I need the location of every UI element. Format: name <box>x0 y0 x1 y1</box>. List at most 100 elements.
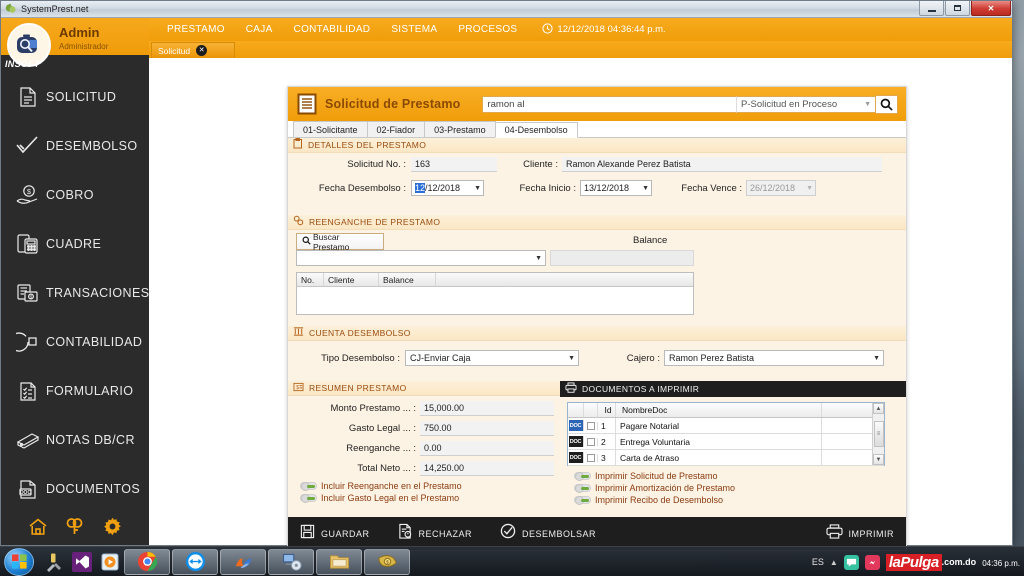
taskbar-button-paint[interactable] <box>220 548 266 575</box>
imprimir-button[interactable]: IMPRIMIR <box>825 523 895 544</box>
chevron-up-icon[interactable]: ▲ <box>830 558 838 567</box>
table-row[interactable]: DOC 1 Pagare Notarial <box>568 418 884 434</box>
row-checkbox[interactable] <box>584 421 598 430</box>
scroll-thumb[interactable]: ≡ <box>873 421 884 447</box>
sidebar-item-notas-db-cr[interactable]: NOTAS DB/CR <box>1 416 149 465</box>
reenganche-grid[interactable]: No. Cliente Balance <box>296 272 694 315</box>
tools-icon[interactable] <box>40 549 68 575</box>
resumen-panel: $ RESUMEN PRESTAMO Monto Prestamo ... : … <box>288 381 560 517</box>
toggle-switch[interactable] <box>574 472 591 481</box>
cliente-field[interactable]: Ramon Alexande Perez Batista <box>562 157 882 172</box>
sidebar-user-header: Admin Administrador INSOFT <box>1 18 149 69</box>
section-title: DETALLES DEL PRESTAMO <box>308 140 427 150</box>
section-title: CUENTA DESEMBOLSO <box>309 328 411 338</box>
user-role: Administrador <box>59 42 109 51</box>
sidebar-item-cuadre[interactable]: CUADRE <box>1 220 149 269</box>
scroll-up-arrow[interactable]: ▲ <box>873 403 884 414</box>
toggle-incluir-reenganche[interactable]: Incluir Reenganche en el Prestamo <box>300 481 462 491</box>
gasto-legal-field[interactable]: 750.00 <box>420 421 554 436</box>
menu-sistema[interactable]: SISTEMA <box>391 24 450 35</box>
windows-start-icon[interactable] <box>4 547 34 576</box>
guardar-button[interactable]: GUARDAR <box>300 524 370 544</box>
status-filter-select[interactable]: P-Solicitud en Proceso ▼ <box>736 95 876 113</box>
sidebar-item-documentos[interactable]: DOC DOCUMENTOS <box>1 465 149 514</box>
search-button[interactable] <box>876 94 898 114</box>
table-row[interactable]: DOC 3 Carta de Atraso <box>568 450 884 466</box>
menu-contabilidad[interactable]: CONTABILIDAD <box>294 24 384 35</box>
close-button[interactable]: ✕ <box>971 1 1011 16</box>
svg-text:$: $ <box>296 385 299 391</box>
monto-prestamo-field[interactable]: 15,000.00 <box>420 401 554 416</box>
media-player-icon[interactable] <box>96 549 124 575</box>
table-row[interactable]: DOC 2 Entrega Voluntaria <box>568 434 884 450</box>
key-icon[interactable] <box>64 515 86 537</box>
minimize-button[interactable] <box>919 1 944 16</box>
application-window: SystemPrest.net ✕ Admin Administrador IN… <box>0 0 1013 551</box>
resumen-label: Gasto Legal ... : <box>348 423 416 434</box>
toggle-switch[interactable] <box>300 494 317 503</box>
taskbar-button-computer[interactable] <box>268 548 314 575</box>
printer-icon <box>565 380 577 398</box>
toggle-incluir-gasto-legal[interactable]: Incluir Gasto Legal en el Prestamo <box>300 493 462 503</box>
toggle-switch[interactable] <box>574 496 591 505</box>
documentos-scrollbar[interactable]: ▲ ≡ ▼ <box>872 403 884 465</box>
tray-language[interactable]: ES <box>812 557 824 567</box>
toggle-switch[interactable] <box>300 482 317 491</box>
watermark: laPulga .com.do <box>885 553 976 571</box>
bottom-sections: $ RESUMEN PRESTAMO Monto Prestamo ... : … <box>288 381 906 517</box>
chat-icon[interactable] <box>843 554 859 570</box>
total-neto-field[interactable]: 14,250.00 <box>420 461 554 476</box>
sidebar-item-solicitud[interactable]: SOLICITUD <box>1 73 149 122</box>
svg-text:$: $ <box>27 189 31 196</box>
fecha-desembolso-input[interactable]: 12/12/2018 ▼ <box>411 180 484 196</box>
tab-02-fiador[interactable]: 02-Fiador <box>366 121 426 137</box>
chevron-down-icon[interactable]: ▼ <box>873 355 880 362</box>
solicitud-no-field[interactable]: 163 <box>411 157 497 172</box>
toggle-imprimir-amortizacion[interactable]: Imprimir Amortización de Prestamo <box>574 483 735 493</box>
close-icon[interactable]: ✕ <box>196 45 208 56</box>
menu-caja[interactable]: CAJA <box>246 24 286 35</box>
maximize-button[interactable] <box>945 1 970 16</box>
sidebar-item-contabilidad[interactable]: CONTABILIDAD <box>1 318 149 367</box>
buscar-prestamo-button[interactable]: Buscar Prestamo <box>296 232 384 252</box>
menu-procesos[interactable]: PROCESOS <box>458 24 530 35</box>
sidebar-item-cobro[interactable]: $ COBRO <box>1 171 149 220</box>
chevron-down-icon[interactable]: ▼ <box>535 255 542 262</box>
rechazar-button[interactable]: RECHAZAR <box>398 523 473 544</box>
balance-field <box>550 250 694 266</box>
scroll-down-arrow[interactable]: ▼ <box>873 454 884 465</box>
chevron-down-icon[interactable]: ▼ <box>642 185 649 192</box>
fecha-inicio-input[interactable]: 13/12/2018 ▼ <box>580 180 652 196</box>
taskbar-button-teamviewer[interactable] <box>172 548 218 575</box>
prestamo-combo[interactable]: ▼ <box>296 250 546 266</box>
sidebar-item-formulario[interactable]: FORMULARIO <box>1 367 149 416</box>
tab-01-solicitante[interactable]: 01-Solicitante <box>293 121 368 137</box>
taskbar-button-folder[interactable] <box>316 548 362 575</box>
tab-03-prestamo[interactable]: 03-Prestamo <box>424 121 496 137</box>
home-icon[interactable] <box>27 515 49 537</box>
row-checkbox[interactable] <box>584 437 598 446</box>
tipo-desembolso-combo[interactable]: CJ-Enviar Caja ▼ <box>405 350 579 366</box>
reenganche-field[interactable]: 0.00 <box>420 441 554 456</box>
document-tab-solicitud[interactable]: Solicitud ✕ <box>151 42 235 58</box>
chevron-down-icon[interactable]: ▼ <box>568 355 575 362</box>
taskbar-button-money-app[interactable]: $ <box>364 548 410 575</box>
toggle-imprimir-solicitud[interactable]: Imprimir Solicitud de Prestamo <box>574 471 735 481</box>
taskbar-clock[interactable]: 04:36 p.m. <box>982 554 1020 571</box>
gear-icon[interactable] <box>101 515 123 537</box>
row-checkbox[interactable] <box>584 453 598 462</box>
visual-studio-icon[interactable] <box>68 549 96 575</box>
chevron-down-icon[interactable]: ▼ <box>474 185 481 192</box>
cajero-combo[interactable]: Ramon Perez Batista ▼ <box>664 350 884 366</box>
messenger-icon[interactable] <box>864 554 880 570</box>
search-input[interactable]: ramon al <box>482 95 736 113</box>
documentos-grid[interactable]: Id NombreDoc DOC 1 Pagare Notarial DOC 2… <box>567 402 885 466</box>
sidebar-item-transaciones[interactable]: $ TRANSACIONES <box>1 269 149 318</box>
toggle-switch[interactable] <box>574 484 591 493</box>
tab-04-desembolso[interactable]: 04-Desembolso <box>494 122 578 138</box>
desembolsar-button[interactable]: DESEMBOLSAR <box>500 523 596 544</box>
taskbar-button-chrome[interactable] <box>124 548 170 575</box>
toggle-imprimir-recibo[interactable]: Imprimir Recibo de Desembolso <box>574 495 735 505</box>
sidebar-item-desembolso[interactable]: DESEMBOLSO <box>1 122 149 171</box>
menu-prestamo[interactable]: PRESTAMO <box>167 24 238 35</box>
